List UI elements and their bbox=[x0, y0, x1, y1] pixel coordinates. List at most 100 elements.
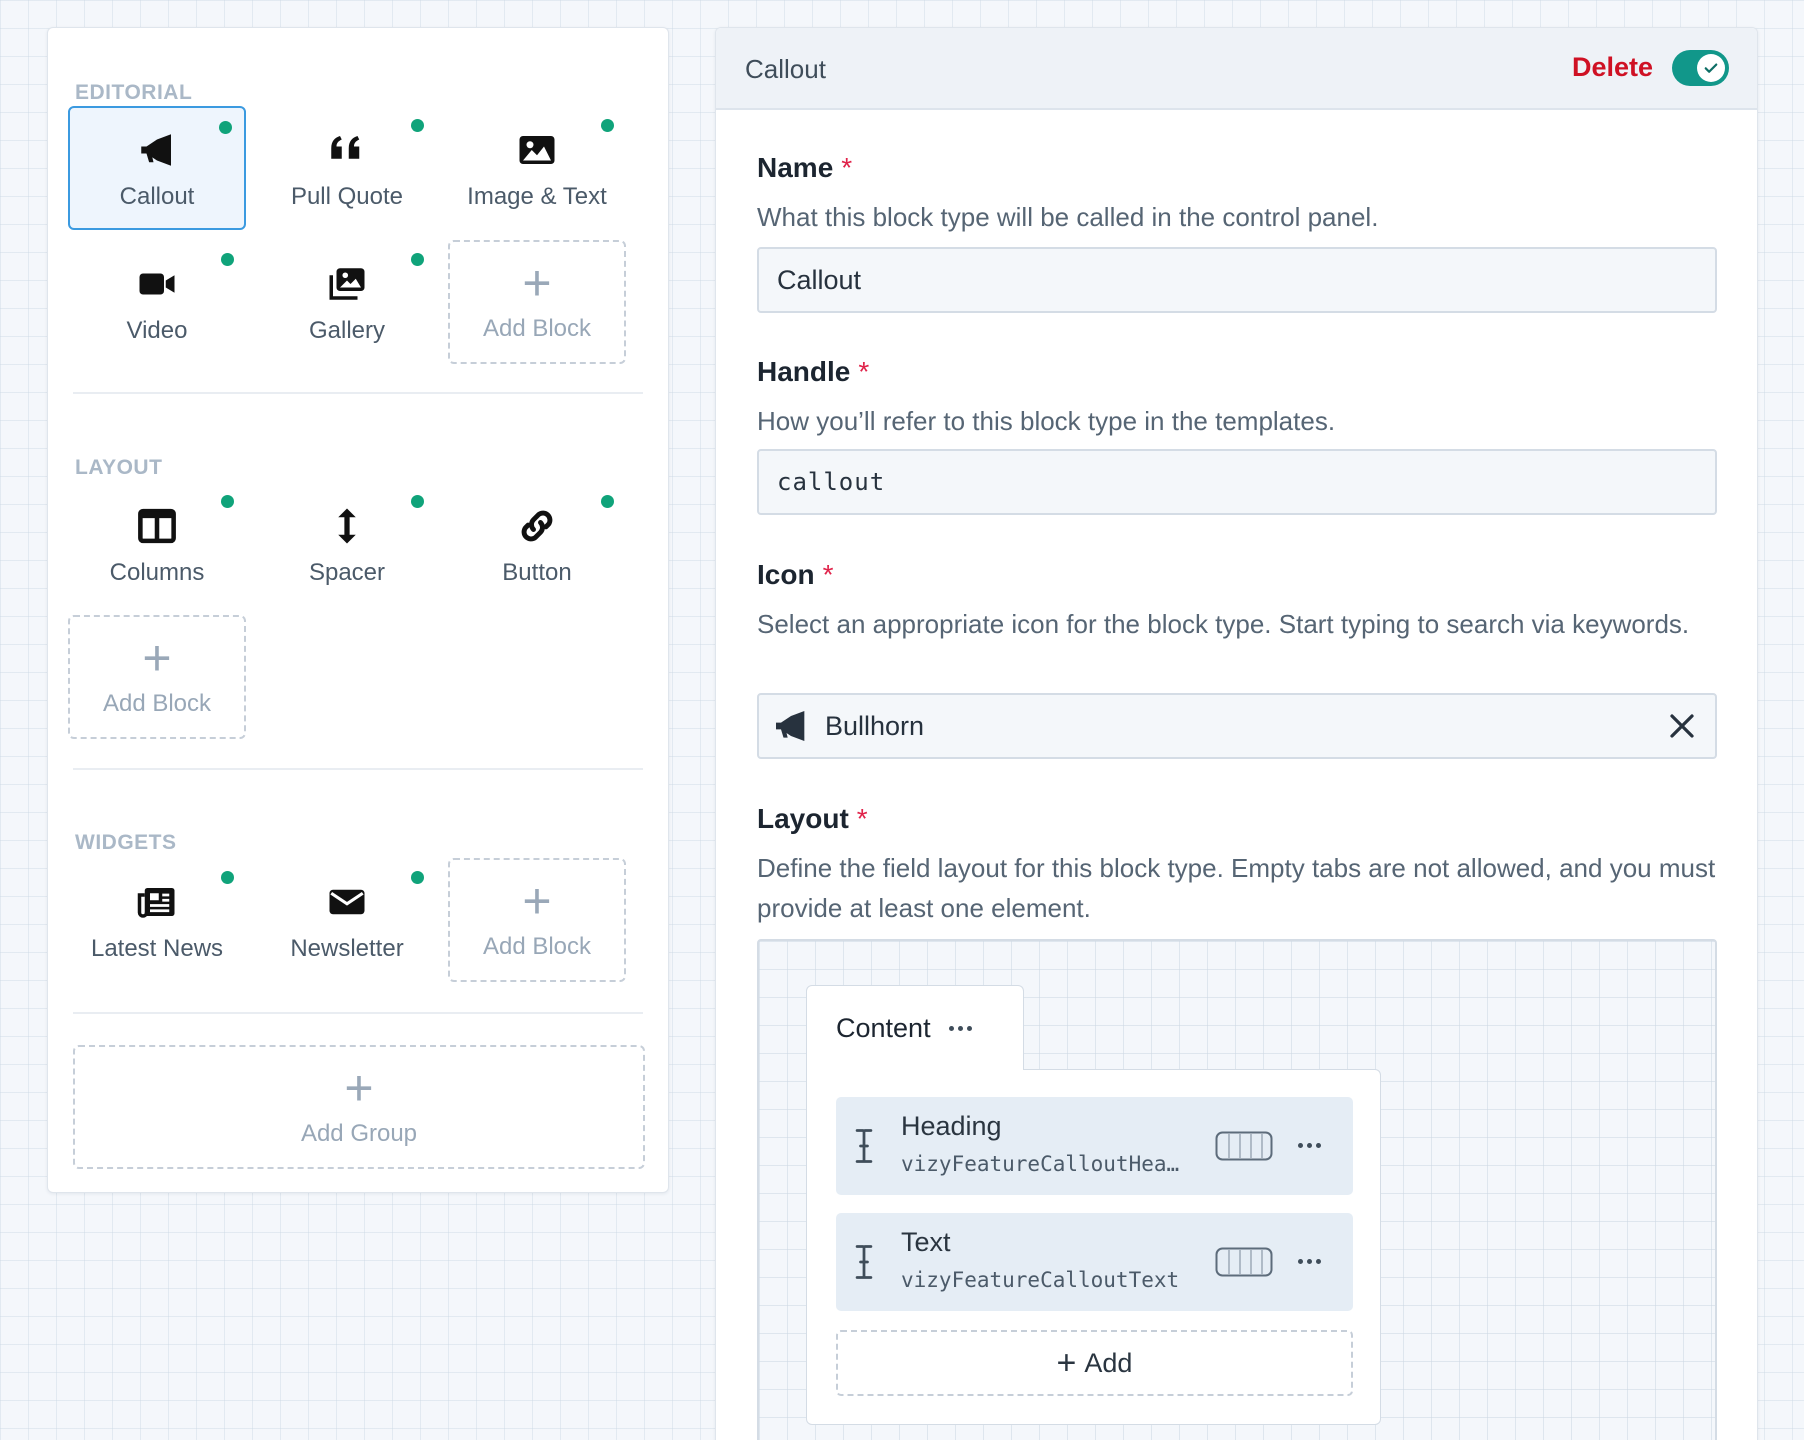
link-icon bbox=[512, 501, 562, 551]
block-label: Columns bbox=[109, 559, 205, 586]
layout-description: Define the field layout for this block t… bbox=[757, 853, 1716, 923]
enabled-dot bbox=[221, 495, 234, 508]
video-icon bbox=[132, 259, 182, 309]
divider bbox=[73, 768, 643, 770]
block-newsletter[interactable]: Newsletter bbox=[258, 858, 436, 982]
plus-icon: + bbox=[142, 630, 172, 686]
field-handle: vizyFeatureCalloutHeading bbox=[901, 1152, 1191, 1176]
panel-title: Callout bbox=[745, 54, 826, 84]
arrows-vertical-icon bbox=[322, 501, 372, 551]
add-block-label: Add Block bbox=[482, 933, 592, 960]
text-cursor-icon bbox=[853, 1127, 875, 1165]
tab-label: Content bbox=[836, 1012, 931, 1043]
name-label: Name * bbox=[757, 152, 852, 184]
required-mark: * bbox=[841, 152, 853, 183]
add-block-button[interactable]: + Add Block bbox=[448, 240, 626, 364]
layout-field-text[interactable]: Text vizyFeatureCalloutText bbox=[836, 1213, 1353, 1311]
block-label: Image & Text bbox=[467, 183, 607, 210]
enabled-dot bbox=[411, 871, 424, 884]
block-callout[interactable]: Callout bbox=[68, 106, 246, 230]
newspaper-icon bbox=[132, 877, 182, 927]
block-image-text[interactable]: Image & Text bbox=[448, 106, 626, 230]
layout-field-heading[interactable]: Heading vizyFeatureCalloutHeading bbox=[836, 1097, 1353, 1195]
divider bbox=[73, 392, 643, 394]
tab-body: Heading vizyFeatureCalloutHeading Text v… bbox=[806, 1069, 1381, 1425]
required-mark: * bbox=[822, 559, 834, 590]
enabled-dot bbox=[221, 253, 234, 266]
add-block-button[interactable]: + Add Block bbox=[448, 858, 626, 982]
label-text: Icon bbox=[757, 559, 815, 590]
required-mark: * bbox=[858, 356, 870, 387]
block-types-panel: EDITORIAL Callout Pull Quote Image & Tex… bbox=[47, 27, 669, 1193]
block-label: Newsletter bbox=[290, 935, 404, 962]
name-input[interactable]: Callout bbox=[757, 247, 1717, 313]
field-name: Text bbox=[901, 1227, 951, 1257]
icon-value: Bullhorn bbox=[825, 710, 925, 741]
block-gallery[interactable]: Gallery bbox=[258, 240, 436, 364]
block-label: Button bbox=[502, 559, 572, 586]
block-columns[interactable]: Columns bbox=[68, 482, 246, 606]
icon-label: Icon * bbox=[757, 559, 833, 591]
add-label: Add bbox=[1084, 1347, 1133, 1378]
group-title: LAYOUT bbox=[75, 456, 163, 479]
block-label: Spacer bbox=[308, 559, 386, 586]
divider bbox=[73, 1012, 643, 1014]
image-icon bbox=[512, 125, 562, 175]
block-button[interactable]: Button bbox=[448, 482, 626, 606]
bullhorn-icon bbox=[771, 706, 811, 746]
field-handle: vizyFeatureCalloutText bbox=[901, 1268, 1180, 1292]
enabled-dot bbox=[411, 495, 424, 508]
field-width-icon[interactable] bbox=[1215, 1131, 1273, 1161]
plus-icon: + bbox=[344, 1060, 374, 1116]
add-block-button[interactable]: + Add Block bbox=[68, 615, 246, 739]
panel-header: Callout Delete bbox=[716, 28, 1757, 110]
field-name: Heading bbox=[901, 1111, 1002, 1141]
images-icon bbox=[322, 259, 372, 309]
block-latest-news[interactable]: Latest News bbox=[68, 858, 246, 982]
envelope-icon bbox=[322, 877, 372, 927]
add-block-label: Add Block bbox=[102, 690, 212, 717]
icon-description: Select an appropriate icon for the block… bbox=[757, 609, 1690, 639]
add-group-button[interactable]: + Add Group bbox=[73, 1045, 645, 1169]
block-label: Video bbox=[126, 317, 188, 344]
block-label: Pull Quote bbox=[290, 183, 404, 210]
handle-input[interactable]: callout bbox=[757, 449, 1717, 515]
bullhorn-icon bbox=[132, 125, 182, 175]
plus-icon: + bbox=[1056, 1344, 1077, 1382]
enabled-dot bbox=[411, 253, 424, 266]
group-title: EDITORIAL bbox=[75, 81, 193, 104]
enabled-dot bbox=[219, 121, 232, 134]
icon-select[interactable]: Bullhorn bbox=[757, 693, 1717, 759]
add-block-label: Add Block bbox=[482, 315, 592, 342]
block-label: Latest News bbox=[90, 935, 224, 962]
handle-label: Handle * bbox=[757, 356, 869, 388]
block-spacer[interactable]: Spacer bbox=[258, 482, 436, 606]
plus-icon: + bbox=[522, 255, 552, 311]
text-cursor-icon bbox=[853, 1243, 875, 1281]
field-width-icon[interactable] bbox=[1215, 1247, 1273, 1277]
columns-icon bbox=[132, 501, 182, 551]
add-group-label: Add Group bbox=[300, 1120, 418, 1147]
more-icon[interactable] bbox=[948, 1025, 972, 1031]
block-label: Gallery bbox=[308, 317, 386, 344]
required-mark: * bbox=[856, 803, 868, 834]
delete-button[interactable]: Delete bbox=[1572, 52, 1653, 83]
enabled-toggle[interactable] bbox=[1672, 50, 1729, 86]
label-text: Layout bbox=[757, 803, 849, 834]
close-icon[interactable] bbox=[1667, 711, 1697, 741]
block-video[interactable]: Video bbox=[68, 240, 246, 364]
more-icon[interactable] bbox=[1298, 1143, 1321, 1148]
block-settings-panel: Callout Delete Name * What this block typ… bbox=[715, 27, 1758, 1440]
block-pull-quote[interactable]: Pull Quote bbox=[258, 106, 436, 230]
add-field-button[interactable]: + Add bbox=[836, 1330, 1353, 1396]
layout-label: Layout * bbox=[757, 803, 868, 835]
plus-icon: + bbox=[522, 873, 552, 929]
handle-description: How you’ll refer to this block type in t… bbox=[757, 406, 1336, 436]
more-icon[interactable] bbox=[1298, 1259, 1321, 1264]
name-description: What this block type will be called in t… bbox=[757, 202, 1379, 232]
label-text: Name bbox=[757, 152, 834, 183]
enabled-dot bbox=[411, 119, 424, 132]
label-text: Handle bbox=[757, 356, 851, 387]
enabled-dot bbox=[221, 871, 234, 884]
tab-content[interactable]: Content bbox=[806, 985, 1024, 1070]
